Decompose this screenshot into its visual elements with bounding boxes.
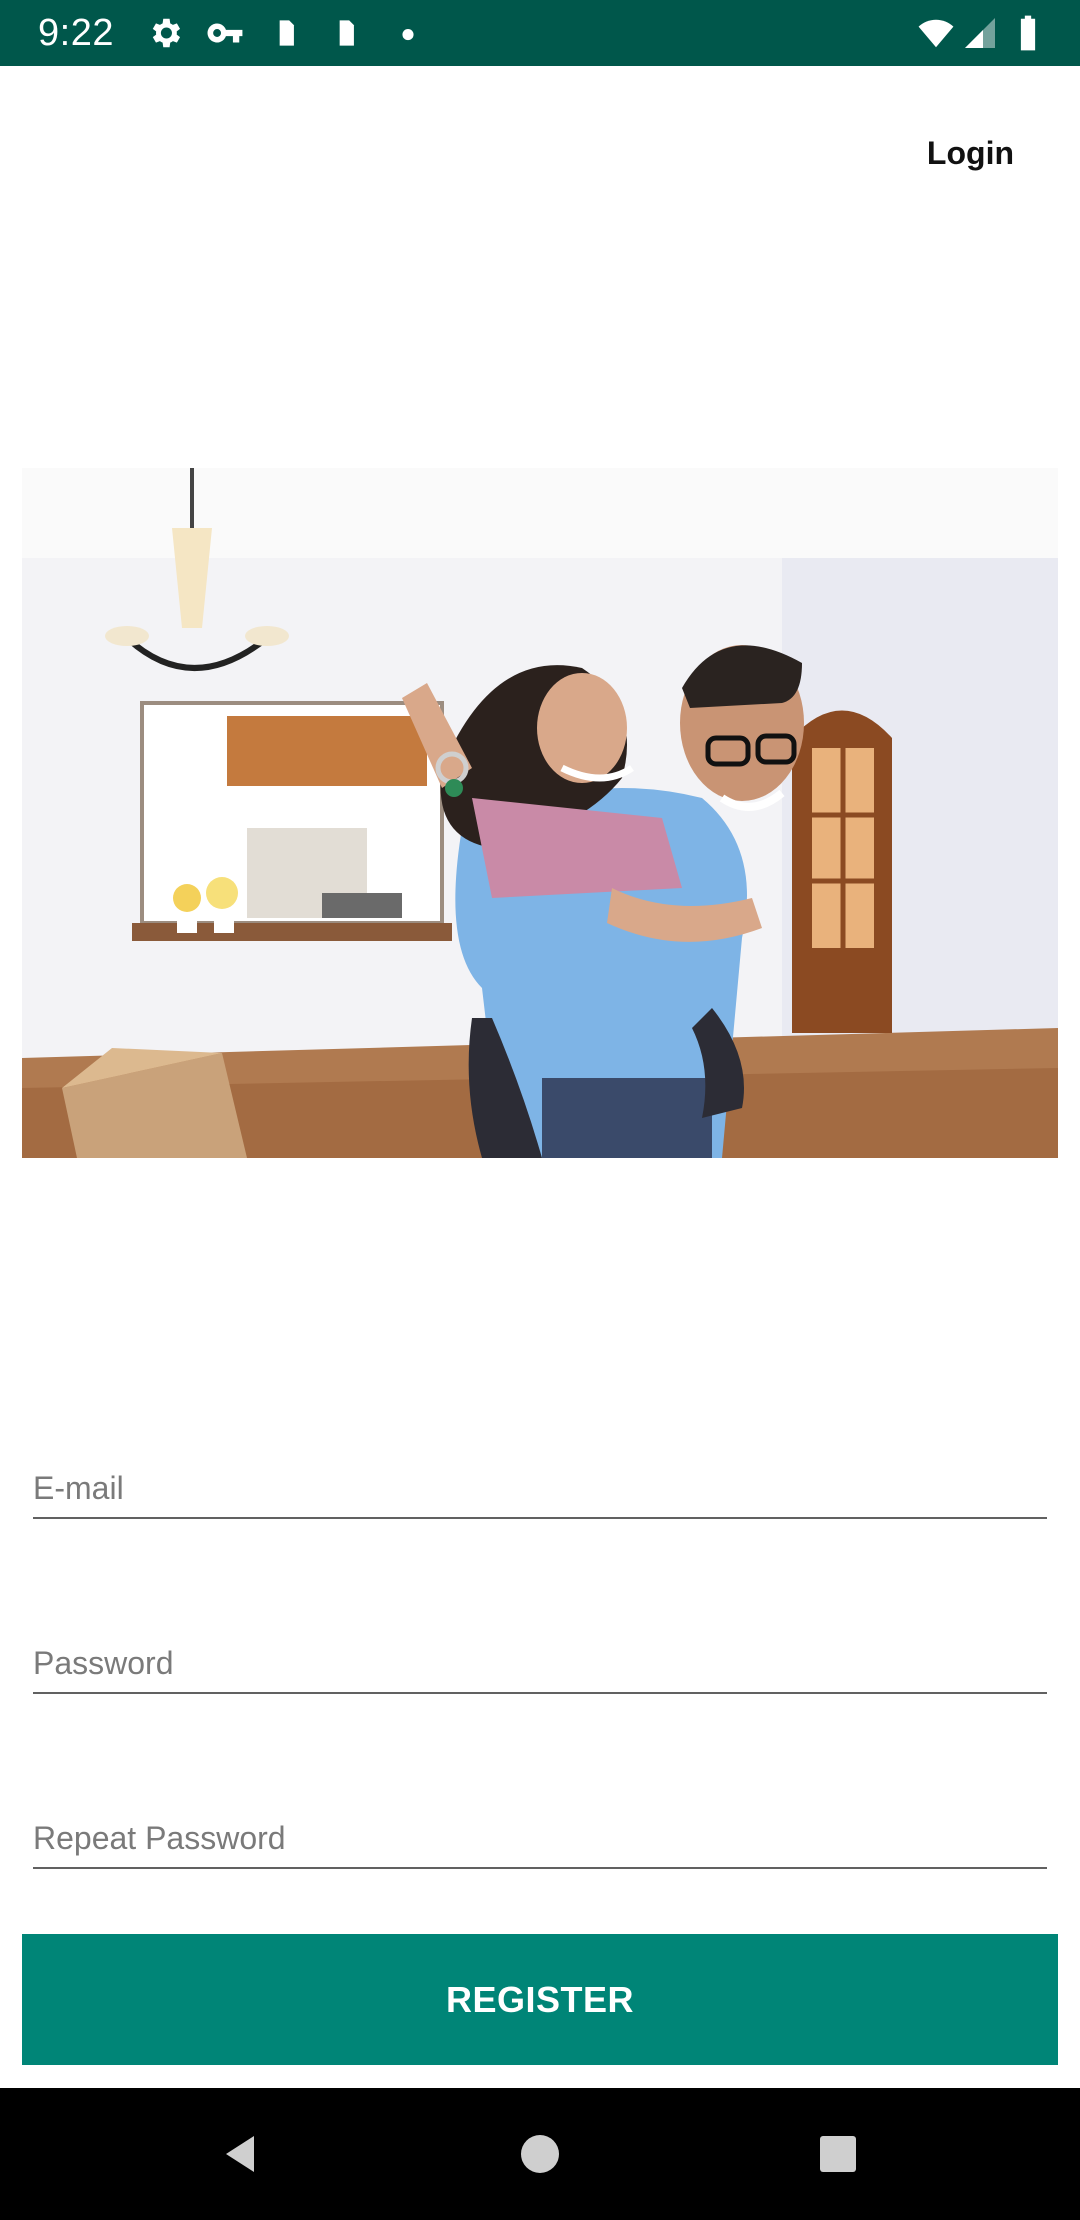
gear-icon <box>152 18 181 48</box>
home-icon[interactable] <box>516 2130 564 2178</box>
key-icon <box>207 23 243 43</box>
repeat-password-field[interactable] <box>33 1787 1047 1869</box>
login-link[interactable]: Login <box>927 135 1014 172</box>
navigation-bar <box>0 2088 1080 2220</box>
repeat-password-input[interactable] <box>33 1820 1047 1857</box>
password-input[interactable] <box>33 1645 1047 1682</box>
password-field[interactable] <box>33 1612 1047 1694</box>
email-input[interactable] <box>33 1470 1047 1507</box>
register-button[interactable]: REGISTER <box>22 1934 1058 2065</box>
sim-card-icon <box>279 20 294 46</box>
recents-icon[interactable] <box>814 2130 862 2178</box>
back-icon[interactable] <box>216 2130 264 2178</box>
sim-card-icon <box>339 20 354 46</box>
status-time: 9:22 <box>38 12 114 54</box>
email-field[interactable] <box>33 1437 1047 1519</box>
dot-icon <box>402 29 414 41</box>
signal-icon <box>965 18 995 48</box>
couple-holding-keys-photo <box>22 468 1058 1158</box>
hero-image <box>22 468 1058 1158</box>
battery-icon <box>1020 15 1036 51</box>
status-bar: 9:22 <box>0 0 1080 66</box>
wifi-icon <box>918 19 954 48</box>
